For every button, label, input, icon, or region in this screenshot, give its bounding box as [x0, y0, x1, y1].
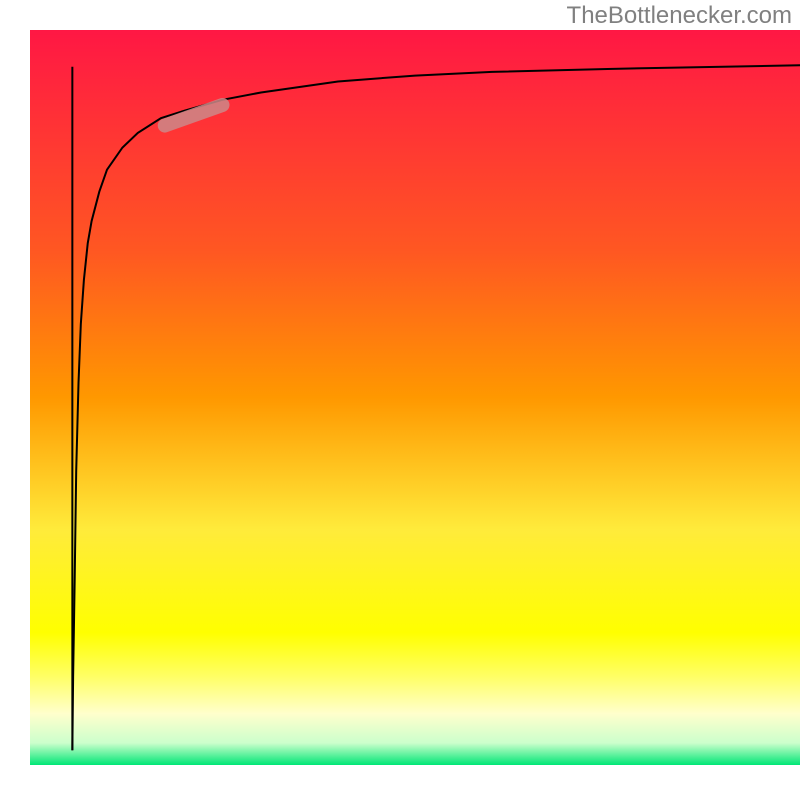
chart-svg	[30, 30, 800, 765]
watermark-text: TheBottlenecker.com	[567, 2, 792, 30]
plot-area	[30, 30, 800, 765]
gradient-background	[30, 30, 800, 765]
chart-container: TheBottlenecker.com	[0, 0, 800, 800]
